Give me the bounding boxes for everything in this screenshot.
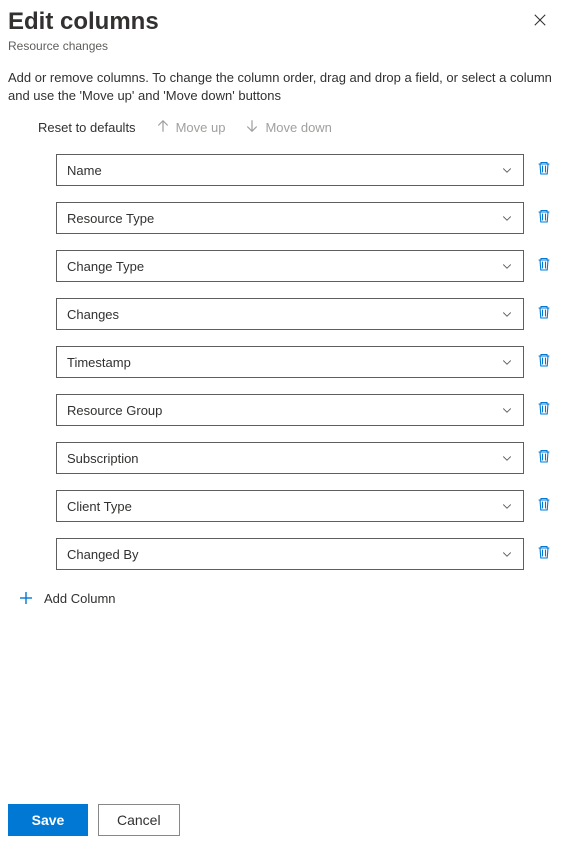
add-column-label: Add Column bbox=[44, 591, 116, 606]
column-select-value: Resource Type bbox=[67, 211, 154, 226]
cancel-label: Cancel bbox=[117, 812, 161, 828]
trash-icon bbox=[536, 256, 552, 277]
columns-list: Name Resource Type bbox=[8, 154, 554, 792]
close-icon bbox=[533, 13, 547, 32]
trash-icon bbox=[536, 304, 552, 325]
chevron-down-icon bbox=[501, 356, 513, 368]
column-select[interactable]: Name bbox=[56, 154, 524, 186]
trash-icon bbox=[536, 208, 552, 229]
column-select-value: Client Type bbox=[67, 499, 132, 514]
column-row[interactable]: Changes bbox=[56, 298, 554, 330]
column-row[interactable]: Client Type bbox=[56, 490, 554, 522]
column-select[interactable]: Change Type bbox=[56, 250, 524, 282]
panel-subtitle: Resource changes bbox=[8, 39, 526, 53]
column-select-value: Name bbox=[67, 163, 102, 178]
delete-column-button[interactable] bbox=[534, 304, 554, 324]
column-select-value: Changes bbox=[67, 307, 119, 322]
column-row[interactable]: Resource Group bbox=[56, 394, 554, 426]
delete-column-button[interactable] bbox=[534, 208, 554, 228]
trash-icon bbox=[536, 544, 552, 565]
panel-title: Edit columns bbox=[8, 8, 526, 37]
save-button[interactable]: Save bbox=[8, 804, 88, 836]
trash-icon bbox=[536, 160, 552, 181]
column-select[interactable]: Resource Type bbox=[56, 202, 524, 234]
delete-column-button[interactable] bbox=[534, 400, 554, 420]
column-select[interactable]: Client Type bbox=[56, 490, 524, 522]
plus-icon bbox=[18, 590, 34, 606]
chevron-down-icon bbox=[501, 452, 513, 464]
reset-to-defaults-button[interactable]: Reset to defaults bbox=[38, 120, 136, 135]
delete-column-button[interactable] bbox=[534, 496, 554, 516]
chevron-down-icon bbox=[501, 308, 513, 320]
delete-column-button[interactable] bbox=[534, 544, 554, 564]
trash-icon bbox=[536, 448, 552, 469]
panel-footer: Save Cancel bbox=[8, 792, 554, 836]
move-down-button[interactable]: Move down bbox=[245, 119, 331, 136]
arrow-up-icon bbox=[156, 119, 170, 136]
move-down-label: Move down bbox=[265, 120, 331, 135]
save-label: Save bbox=[32, 812, 65, 828]
column-row[interactable]: Timestamp bbox=[56, 346, 554, 378]
column-select[interactable]: Resource Group bbox=[56, 394, 524, 426]
column-row[interactable]: Change Type bbox=[56, 250, 554, 282]
column-select-value: Timestamp bbox=[67, 355, 131, 370]
cancel-button[interactable]: Cancel bbox=[98, 804, 180, 836]
chevron-down-icon bbox=[501, 260, 513, 272]
column-select-value: Subscription bbox=[67, 451, 139, 466]
column-select[interactable]: Subscription bbox=[56, 442, 524, 474]
move-up-button[interactable]: Move up bbox=[156, 119, 226, 136]
header-titles: Edit columns Resource changes bbox=[8, 8, 526, 53]
column-row[interactable]: Resource Type bbox=[56, 202, 554, 234]
delete-column-button[interactable] bbox=[534, 256, 554, 276]
trash-icon bbox=[536, 400, 552, 421]
column-select[interactable]: Changed By bbox=[56, 538, 524, 570]
column-select[interactable]: Changes bbox=[56, 298, 524, 330]
trash-icon bbox=[536, 496, 552, 517]
trash-icon bbox=[536, 352, 552, 373]
chevron-down-icon bbox=[501, 500, 513, 512]
column-row[interactable]: Changed By bbox=[56, 538, 554, 570]
column-row[interactable]: Name bbox=[56, 154, 554, 186]
chevron-down-icon bbox=[501, 548, 513, 560]
move-up-label: Move up bbox=[176, 120, 226, 135]
arrow-down-icon bbox=[245, 119, 259, 136]
reset-label: Reset to defaults bbox=[38, 120, 136, 135]
delete-column-button[interactable] bbox=[534, 160, 554, 180]
column-row[interactable]: Subscription bbox=[56, 442, 554, 474]
panel-header: Edit columns Resource changes bbox=[8, 8, 554, 53]
column-select-value: Changed By bbox=[67, 547, 139, 562]
delete-column-button[interactable] bbox=[534, 448, 554, 468]
add-column-button[interactable]: Add Column bbox=[18, 590, 116, 606]
edit-columns-panel: Edit columns Resource changes Add or rem… bbox=[0, 0, 562, 852]
chevron-down-icon bbox=[501, 212, 513, 224]
column-select[interactable]: Timestamp bbox=[56, 346, 524, 378]
column-select-value: Change Type bbox=[67, 259, 144, 274]
close-button[interactable] bbox=[526, 8, 554, 36]
chevron-down-icon bbox=[501, 404, 513, 416]
panel-description: Add or remove columns. To change the col… bbox=[8, 69, 554, 105]
column-select-value: Resource Group bbox=[67, 403, 162, 418]
delete-column-button[interactable] bbox=[534, 352, 554, 372]
chevron-down-icon bbox=[501, 164, 513, 176]
toolbar: Reset to defaults Move up Move down bbox=[8, 119, 554, 136]
